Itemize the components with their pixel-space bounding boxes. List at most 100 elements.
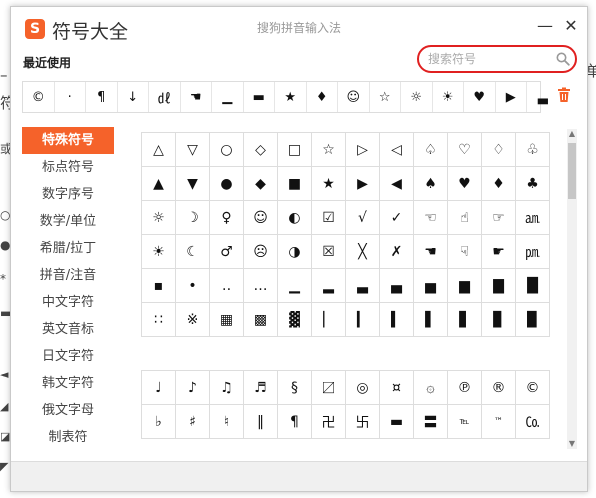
- symbol-cell[interactable]: ▼: [176, 167, 210, 201]
- symbol-cell[interactable]: 卍: [312, 405, 346, 439]
- symbol-cell[interactable]: ™: [482, 405, 516, 439]
- symbol-cell[interactable]: 〓: [414, 405, 448, 439]
- symbol-cell[interactable]: ▃: [346, 269, 380, 303]
- symbol-cell[interactable]: ♣: [516, 167, 550, 201]
- symbol-cell[interactable]: ♥: [448, 167, 482, 201]
- scroll-down-arrow-icon[interactable]: ▼: [567, 439, 577, 449]
- symbol-cell[interactable]: □: [278, 133, 312, 167]
- symbol-cell[interactable]: ▊: [482, 303, 516, 337]
- symbol-cell[interactable]: ■: [278, 167, 312, 201]
- symbol-cell[interactable]: ✓: [380, 201, 414, 235]
- search-input[interactable]: [428, 51, 548, 67]
- symbol-cell[interactable]: ☼: [142, 201, 176, 235]
- symbol-cell[interactable]: ▷: [346, 133, 380, 167]
- symbol-cell[interactable]: █: [516, 269, 550, 303]
- scroll-thumb[interactable]: [568, 143, 576, 199]
- symbol-cell[interactable]: ‥: [210, 269, 244, 303]
- symbol-cell[interactable]: •: [176, 269, 210, 303]
- symbol-cell[interactable]: ۞: [414, 371, 448, 405]
- symbol-cell[interactable]: ☒: [312, 235, 346, 269]
- recent-symbol-cell[interactable]: ㎗: [149, 82, 181, 112]
- symbol-cell[interactable]: ♭: [142, 405, 176, 439]
- symbol-cell[interactable]: ㏂: [516, 201, 550, 235]
- symbol-cell[interactable]: ¶: [278, 405, 312, 439]
- recent-symbol-cell[interactable]: ☺: [338, 82, 370, 112]
- symbol-cell[interactable]: ㏘: [516, 235, 550, 269]
- recent-symbol-cell[interactable]: ♦: [307, 82, 338, 112]
- symbol-cell[interactable]: ㏇: [516, 405, 550, 439]
- symbol-cell[interactable]: ▇: [482, 269, 516, 303]
- symbol-cell[interactable]: ♦: [482, 167, 516, 201]
- symbol-cell[interactable]: ♡: [448, 133, 482, 167]
- symbol-cell[interactable]: ▍: [380, 303, 414, 337]
- symbol-cell[interactable]: ▎: [346, 303, 380, 337]
- symbol-cell[interactable]: ╳: [346, 235, 380, 269]
- symbol-cell[interactable]: ◁: [380, 133, 414, 167]
- symbol-cell[interactable]: ®: [482, 371, 516, 405]
- sidebar-item-8[interactable]: 英文音标: [22, 316, 114, 343]
- symbol-cell[interactable]: ∷: [142, 303, 176, 337]
- symbol-cell[interactable]: ♂: [210, 235, 244, 269]
- symbol-cell[interactable]: ▌: [414, 303, 448, 337]
- symbol-cell[interactable]: ℗: [448, 371, 482, 405]
- symbol-cell[interactable]: ☾: [176, 235, 210, 269]
- recent-symbol-cell[interactable]: ☀: [433, 82, 464, 112]
- sidebar-item-1[interactable]: 特殊符号: [22, 127, 114, 154]
- sidebar-item-5[interactable]: 希腊/拉丁: [22, 235, 114, 262]
- symbol-cell[interactable]: ☟: [448, 235, 482, 269]
- recent-symbol-cell[interactable]: ·: [55, 82, 86, 112]
- symbol-cell[interactable]: ♬: [244, 371, 278, 405]
- sidebar-item-12[interactable]: 制表符: [22, 424, 114, 451]
- symbol-cell[interactable]: ♤: [414, 133, 448, 167]
- symbol-cell[interactable]: ▄: [380, 269, 414, 303]
- symbol-cell[interactable]: ▪: [142, 269, 176, 303]
- search-box[interactable]: [417, 45, 577, 73]
- symbol-cell[interactable]: △: [142, 133, 176, 167]
- symbol-cell[interactable]: ♮: [210, 405, 244, 439]
- symbol-cell[interactable]: 卐: [346, 405, 380, 439]
- symbol-cell[interactable]: ☛: [482, 235, 516, 269]
- symbol-cell[interactable]: ♀: [210, 201, 244, 235]
- symbol-cell[interactable]: ♪: [176, 371, 210, 405]
- symbol-cell[interactable]: ▶: [346, 167, 380, 201]
- recent-symbol-cell[interactable]: ↓: [118, 82, 149, 112]
- vertical-scrollbar[interactable]: ▲ ▼: [567, 129, 577, 449]
- symbol-cell[interactable]: …: [244, 269, 278, 303]
- symbol-cell[interactable]: ◀: [380, 167, 414, 201]
- scroll-up-arrow-icon[interactable]: ▲: [567, 129, 577, 139]
- trash-icon[interactable]: [557, 87, 571, 103]
- symbol-cell[interactable]: ♧: [516, 133, 550, 167]
- symbol-cell[interactable]: ★: [312, 167, 346, 201]
- symbol-cell[interactable]: §: [278, 371, 312, 405]
- search-icon[interactable]: [556, 52, 570, 66]
- recent-symbol-cell[interactable]: ▬: [244, 82, 275, 112]
- symbol-cell[interactable]: ▂: [312, 269, 346, 303]
- symbol-cell[interactable]: ▲: [142, 167, 176, 201]
- symbol-cell[interactable]: ▬: [380, 405, 414, 439]
- symbol-cell[interactable]: ▁: [278, 269, 312, 303]
- symbol-cell[interactable]: ◎: [346, 371, 380, 405]
- symbol-cell[interactable]: ♩: [142, 371, 176, 405]
- recent-symbol-cell[interactable]: ☼: [401, 82, 433, 112]
- symbol-cell[interactable]: ☑: [312, 201, 346, 235]
- symbol-cell[interactable]: ♯: [176, 405, 210, 439]
- symbol-cell[interactable]: ☹: [244, 235, 278, 269]
- recent-symbol-cell[interactable]: ¶: [86, 82, 118, 112]
- symbol-cell[interactable]: √: [346, 201, 380, 235]
- symbol-cell[interactable]: ☺: [244, 201, 278, 235]
- sidebar-item-7[interactable]: 中文字符: [22, 289, 114, 316]
- minimize-button[interactable]: —: [535, 16, 555, 36]
- sidebar-item-10[interactable]: 韩文字符: [22, 370, 114, 397]
- symbol-cell[interactable]: ☚: [414, 235, 448, 269]
- recent-symbol-cell[interactable]: ☆: [370, 82, 401, 112]
- symbol-cell[interactable]: ☞: [482, 201, 516, 235]
- symbol-cell[interactable]: ♢: [482, 133, 516, 167]
- symbol-cell[interactable]: ♫: [210, 371, 244, 405]
- recent-symbol-cell[interactable]: ★: [275, 82, 307, 112]
- recent-symbol-cell[interactable]: ▁: [212, 82, 244, 112]
- symbol-cell[interactable]: ▏: [312, 303, 346, 337]
- recent-symbol-cell[interactable]: ♥: [464, 82, 496, 112]
- recent-symbol-cell[interactable]: ©: [23, 82, 55, 112]
- symbol-cell[interactable]: ▽: [176, 133, 210, 167]
- symbol-cell[interactable]: ☆: [312, 133, 346, 167]
